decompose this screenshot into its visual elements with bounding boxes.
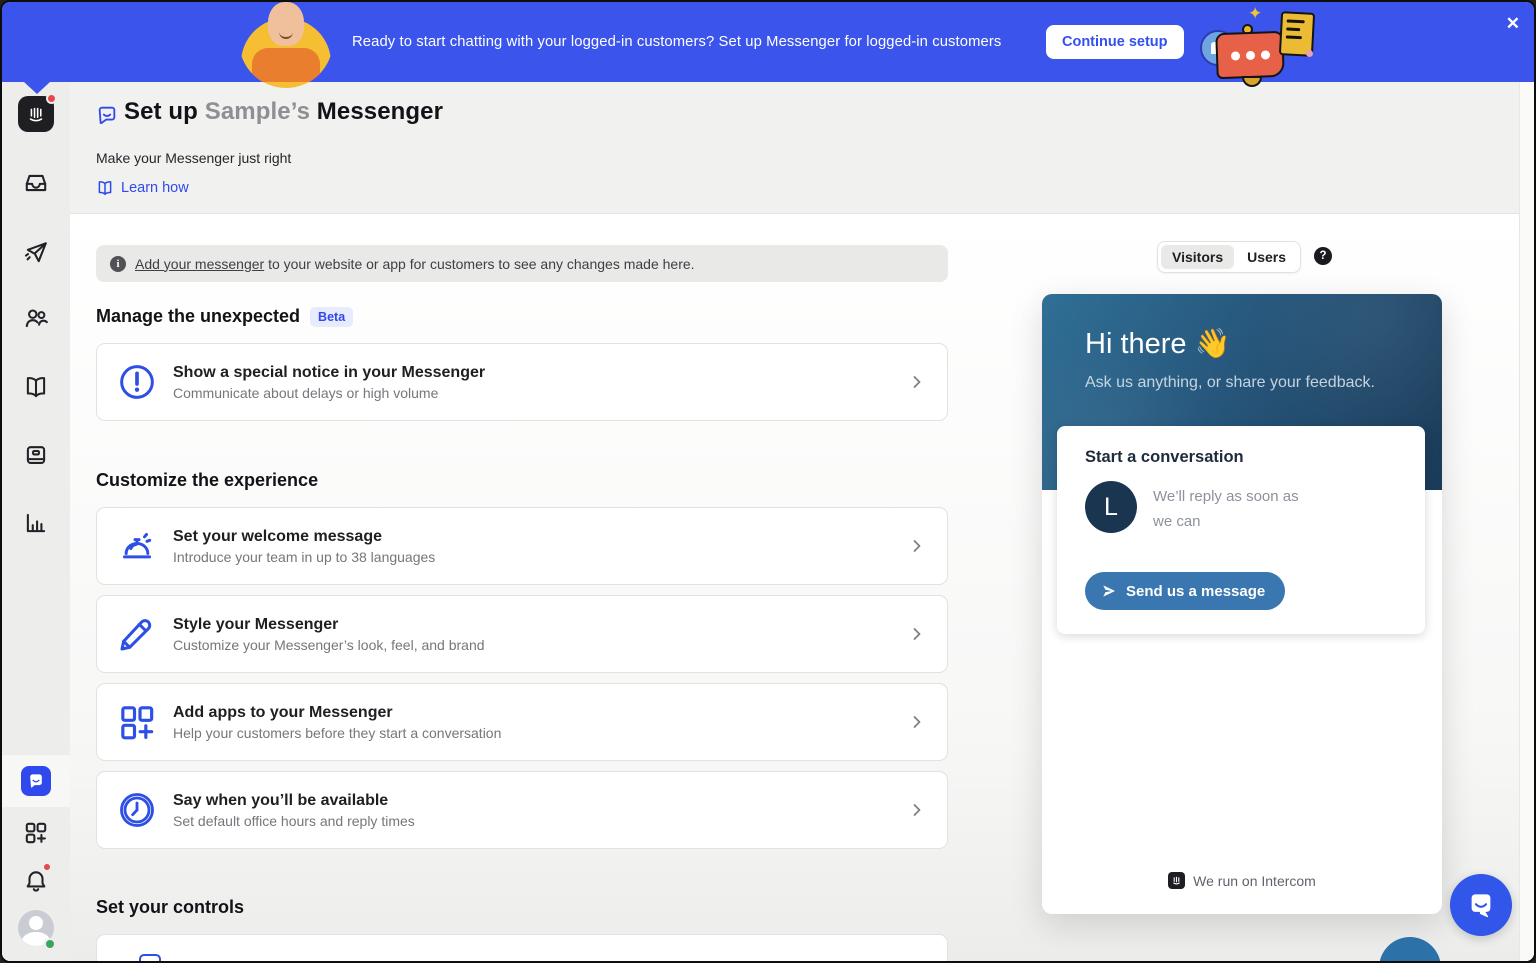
close-icon[interactable]: ✕ xyxy=(1506,14,1520,34)
card-subtitle: Communicate about delays or high volume xyxy=(173,385,907,401)
articles-icon[interactable] xyxy=(23,374,49,400)
sidebar xyxy=(2,82,70,963)
main-content: i Add your messenger to your website or … xyxy=(70,214,1536,963)
intercom-logo-icon[interactable] xyxy=(18,96,54,132)
toggle-users[interactable]: Users xyxy=(1236,245,1297,269)
notification-dot xyxy=(42,862,52,872)
info-icon: i xyxy=(110,256,126,272)
sparkle-icon: ✦ xyxy=(1248,4,1262,24)
scrollbar-gutter xyxy=(1519,82,1536,963)
start-conversation-card: Start a conversation L We’ll reply as so… xyxy=(1057,426,1425,634)
messenger-chat-icon xyxy=(96,104,118,126)
pencil-icon xyxy=(115,612,159,656)
chevron-right-icon xyxy=(907,712,927,732)
teammate-avatar xyxy=(239,0,333,88)
section-heading-manage-the-unexpected: Manage the unexpected Beta xyxy=(96,306,353,327)
branding-text: We run on Intercom xyxy=(1193,873,1316,889)
beta-badge: Beta xyxy=(310,307,353,327)
banner-illustration: ✦ xyxy=(1194,6,1314,80)
sidebar-item-messenger[interactable] xyxy=(21,766,51,796)
page-header: Set up Sample’s Messenger Make your Mess… xyxy=(70,82,1536,214)
card-subtitle: Help your customers before they start a … xyxy=(173,725,907,741)
contacts-icon[interactable] xyxy=(23,305,49,331)
book-icon xyxy=(96,179,114,197)
reports-icon[interactable] xyxy=(23,510,49,536)
help-icon[interactable]: ? xyxy=(1314,247,1332,265)
card-partial[interactable] xyxy=(96,934,948,963)
card-title: Set your welcome message xyxy=(173,528,907,546)
learn-how-link[interactable]: Learn how xyxy=(96,179,189,197)
add-your-messenger-link[interactable]: Add your messenger xyxy=(135,256,264,272)
notice-bar: i Add your messenger to your website or … xyxy=(96,245,948,282)
chevron-right-icon xyxy=(907,624,927,644)
intercom-logo-icon xyxy=(1168,872,1185,889)
card-title: Say when you’ll be available xyxy=(173,792,907,810)
section-heading-customize-the-experience: Customize the experience xyxy=(96,470,318,491)
banner-message: Ready to start chatting with your logged… xyxy=(352,2,1001,82)
notification-dot xyxy=(46,93,57,104)
apps-plus-icon xyxy=(115,700,159,744)
messenger-bubble-icon xyxy=(1466,890,1496,920)
preview-launcher-button[interactable] xyxy=(1379,937,1441,963)
apps-icon[interactable] xyxy=(23,820,49,846)
continue-setup-button[interactable]: Continue setup xyxy=(1046,25,1184,59)
page-title: Set up Sample’s Messenger xyxy=(124,98,443,126)
card-special-notice[interactable]: Show a special notice in your Messenger … xyxy=(96,343,948,421)
section-heading-set-your-controls: Set your controls xyxy=(96,897,244,918)
messenger-preview: Hi there 👋 Ask us anything, or share you… xyxy=(1042,294,1442,914)
chevron-right-icon xyxy=(907,372,927,392)
card-style-messenger[interactable]: Style your Messenger Customize your Mess… xyxy=(96,595,948,673)
card-subtitle: Customize your Messenger’s look, feel, a… xyxy=(173,637,907,653)
send-icon xyxy=(1101,583,1117,599)
help-center-icon[interactable] xyxy=(23,442,49,468)
alert-circle-icon xyxy=(115,360,159,404)
concierge-bell-icon xyxy=(115,524,159,568)
audience-toggle: Visitors Users xyxy=(1157,241,1301,273)
banner-pointer-arrow xyxy=(24,82,50,94)
intercom-launcher-button[interactable] xyxy=(1450,874,1512,936)
send-message-button[interactable]: Send us a message xyxy=(1085,572,1285,610)
reply-time-note: We’ll reply as soon as we can xyxy=(1153,484,1313,534)
clock-icon xyxy=(115,788,159,832)
online-status-dot xyxy=(44,938,56,950)
toggle-visitors[interactable]: Visitors xyxy=(1161,245,1234,269)
app-window: Ready to start chatting with your logged… xyxy=(0,0,1536,963)
card-title: Style your Messenger xyxy=(173,616,907,634)
chat-megaphone-icon xyxy=(1215,31,1285,79)
setup-banner: Ready to start chatting with your logged… xyxy=(2,2,1536,82)
card-title: Add apps to your Messenger xyxy=(173,704,907,722)
chevron-right-icon xyxy=(907,800,927,820)
greeting-subtitle: Ask us anything, or share your feedback. xyxy=(1085,374,1375,392)
card-welcome-message[interactable]: Set your welcome message Introduce your … xyxy=(96,507,948,585)
inbox-icon[interactable] xyxy=(23,170,49,196)
card-availability[interactable]: Say when you’ll be available Set default… xyxy=(96,771,948,849)
greeting-text: Hi there 👋 xyxy=(1085,327,1231,361)
workspace-name: Sample’s xyxy=(205,98,310,125)
card-subtitle: Set default office hours and reply times xyxy=(173,813,907,829)
intercom-branding[interactable]: We run on Intercom xyxy=(1042,872,1442,889)
outbound-icon[interactable] xyxy=(23,239,49,265)
card-add-apps[interactable]: Add apps to your Messenger Help your cus… xyxy=(96,683,948,761)
card-icon-partial xyxy=(139,954,161,963)
card-subtitle: Introduce your team in up to 38 language… xyxy=(173,549,907,565)
card-title: Show a special notice in your Messenger xyxy=(173,364,907,382)
page-subtitle: Make your Messenger just right xyxy=(96,150,291,166)
conversation-heading: Start a conversation xyxy=(1085,448,1244,467)
teammate-initial-avatar: L xyxy=(1085,481,1137,533)
chevron-right-icon xyxy=(907,536,927,556)
